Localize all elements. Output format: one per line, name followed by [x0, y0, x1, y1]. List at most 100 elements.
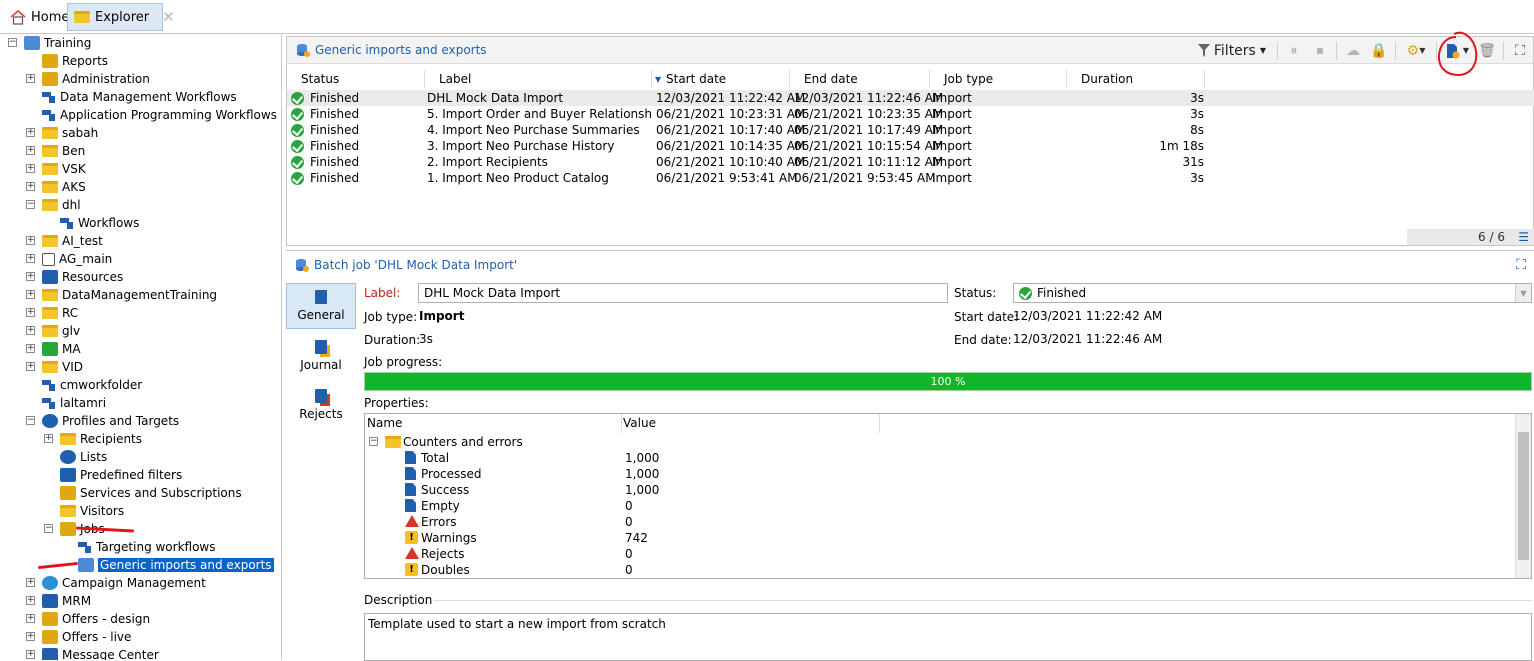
property-row[interactable]: Empty 0 [365, 498, 1515, 514]
scrollbar-thumb[interactable] [1518, 432, 1529, 560]
cloud-icon[interactable]: ☁ [1340, 41, 1366, 61]
tree-item[interactable]: Reports [42, 52, 108, 70]
collapse-icon[interactable]: − [26, 416, 35, 425]
filters-button[interactable]: Filters ▼ [1190, 43, 1274, 59]
property-row[interactable]: ! Warnings 742 [365, 530, 1515, 546]
tree-item[interactable]: laltamri [42, 394, 106, 412]
lock-icon[interactable]: 🔒 [1366, 41, 1392, 61]
tree-item[interactable]: Campaign Management [42, 574, 206, 592]
tab-rejects[interactable]: Rejects [286, 382, 356, 428]
new-import-button[interactable]: ▼ [1437, 31, 1478, 76]
status-field[interactable]: Finished ▼ [1013, 283, 1532, 303]
tree-item[interactable]: MRM [42, 592, 91, 610]
scrollbar[interactable] [1515, 414, 1531, 578]
column-header[interactable]: Status [287, 70, 425, 88]
expand-icon[interactable]: + [26, 146, 35, 155]
maximize-icon[interactable]: ⛶ [1516, 257, 1526, 273]
expand-icon[interactable]: + [26, 326, 35, 335]
expand-icon[interactable]: + [26, 254, 35, 263]
tree-item[interactable]: Recipients [60, 430, 142, 448]
property-row[interactable]: Processed 1,000 [365, 466, 1515, 482]
expand-icon[interactable]: + [26, 182, 35, 191]
column-header[interactable]: End date [790, 70, 930, 88]
expand-icon[interactable]: + [26, 74, 35, 83]
table-row[interactable]: Finished DHL Mock Data Import 12/03/2021 1… [287, 90, 1534, 106]
tree-item[interactable]: MA [42, 340, 81, 358]
expand-icon[interactable]: + [26, 578, 35, 587]
collapse-icon[interactable]: − [369, 437, 378, 446]
expand-icon[interactable]: + [26, 614, 35, 623]
gear-icon[interactable]: ⚙ ▼ [1399, 41, 1433, 61]
tree-item[interactable]: Data Management Workflows [42, 88, 237, 106]
expand-icon[interactable]: + [26, 344, 35, 353]
column-header[interactable]: Duration [1067, 70, 1205, 88]
table-row[interactable]: Finished 2. Import Recipients 06/21/2021 1… [287, 154, 1534, 170]
tree-item[interactable]: AI_test [42, 232, 103, 250]
expand-icon[interactable]: + [26, 650, 35, 659]
table-row[interactable]: Finished 5. Import Order and Buyer Relati… [287, 106, 1534, 122]
tree-item[interactable]: Offers - design [42, 610, 150, 628]
tree-item[interactable]: Profiles and Targets [42, 412, 179, 430]
expand-icon[interactable]: + [26, 290, 35, 299]
prop-group-row[interactable]: − Counters and errors [365, 434, 1515, 450]
expand-icon[interactable]: + [26, 596, 35, 605]
tree-item[interactable]: Application Programming Workflows [42, 106, 277, 124]
column-header[interactable]: Job type [930, 70, 1067, 88]
tab-home[interactable]: Home [4, 3, 75, 31]
property-row[interactable]: Errors 0 [365, 514, 1515, 530]
collapse-icon[interactable]: − [26, 200, 35, 209]
tree-item[interactable]: RC [42, 304, 78, 322]
table-row[interactable]: Finished 1. Import Neo Product Catalog 06/… [287, 170, 1534, 186]
tree-item[interactable]: Lists [60, 448, 107, 466]
column-header[interactable]: Start date ▼ [652, 70, 790, 88]
table-row[interactable]: Finished 4. Import Neo Purchase Summaries… [287, 122, 1534, 138]
expand-icon[interactable]: + [26, 308, 35, 317]
tree-item[interactable]: Resources [42, 268, 123, 286]
property-row[interactable]: ! Doubles 0 [365, 562, 1515, 578]
tab-explorer[interactable]: Explorer ✕ [67, 3, 175, 31]
expand-icon[interactable]: + [26, 164, 35, 173]
expand-icon[interactable]: + [44, 434, 53, 443]
collapse-icon[interactable]: − [44, 524, 53, 533]
label-field[interactable]: DHL Mock Data Import [418, 283, 948, 303]
maximize-icon[interactable]: ⛶ [1507, 41, 1533, 61]
tree-item[interactable]: Predefined filters [60, 466, 182, 484]
tree-item[interactable]: Services and Subscriptions [60, 484, 242, 502]
stop-icon[interactable]: ⏹ [1307, 41, 1333, 61]
tab-journal[interactable]: Journal [286, 333, 356, 379]
tree-item[interactable]: Generic imports and exports [78, 556, 274, 574]
tree-item[interactable]: Administration [42, 70, 150, 88]
tree-item[interactable]: Training [24, 34, 91, 52]
column-header[interactable]: Label [425, 70, 652, 88]
expand-icon[interactable]: + [26, 236, 35, 245]
property-row[interactable]: Total 1,000 [365, 450, 1515, 466]
expand-icon[interactable]: + [26, 128, 35, 137]
tree-item[interactable]: VID [42, 358, 83, 376]
tree-item[interactable]: Ben [42, 142, 85, 160]
expand-icon[interactable]: + [26, 632, 35, 641]
expand-icon[interactable]: + [26, 362, 35, 371]
tree-item[interactable]: dhl [42, 196, 81, 214]
tree-item[interactable]: Workflows [60, 214, 139, 232]
tree-item[interactable]: AG_main [42, 250, 112, 268]
property-row[interactable]: Rejects 0 [365, 546, 1515, 562]
menu-icon[interactable]: ☰ [1518, 230, 1529, 244]
tree-item[interactable]: glv [42, 322, 80, 340]
tree-item[interactable]: Visitors [60, 502, 124, 520]
tree-item[interactable]: DataManagementTraining [42, 286, 217, 304]
description-field[interactable]: Template used to start a new import from… [364, 613, 1532, 661]
table-row[interactable]: Finished 3. Import Neo Purchase History 06… [287, 138, 1534, 154]
tree-item[interactable]: cmworkfolder [42, 376, 142, 394]
pause-icon[interactable]: ⏸ [1281, 41, 1307, 61]
expand-icon[interactable]: + [26, 272, 35, 281]
tree-item[interactable]: sabah [42, 124, 98, 142]
collapse-icon[interactable]: − [8, 38, 17, 47]
property-row[interactable]: Success 1,000 [365, 482, 1515, 498]
tree-item[interactable]: AKS [42, 178, 86, 196]
tree-item[interactable]: Message Center [42, 646, 159, 660]
tree-item[interactable]: Targeting workflows [78, 538, 216, 556]
tab-general[interactable]: General [286, 283, 356, 329]
close-icon[interactable]: ✕ [162, 8, 175, 26]
tree-item[interactable]: Offers - live [42, 628, 131, 646]
tree-item[interactable]: VSK [42, 160, 86, 178]
